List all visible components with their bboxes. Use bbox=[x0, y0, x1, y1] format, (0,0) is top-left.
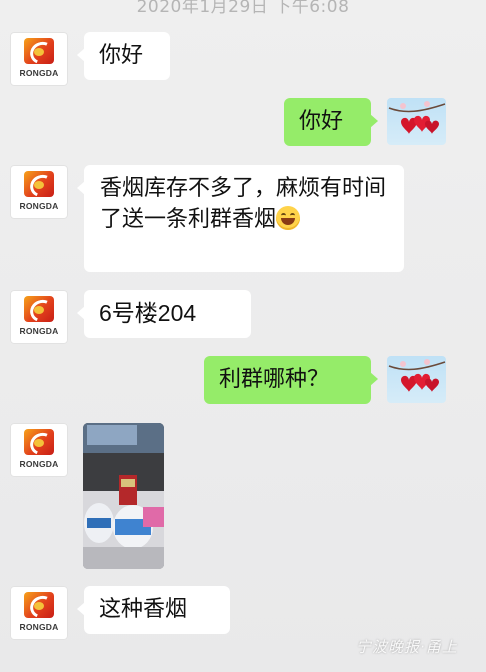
avatar-brand-text: RONGDA bbox=[19, 68, 59, 78]
rongda-logo-icon bbox=[24, 296, 54, 322]
my-message-bubble[interactable]: 你好 bbox=[284, 98, 378, 146]
cigarette-photo-icon bbox=[83, 423, 164, 569]
avatar-brand-text: RONGDA bbox=[19, 622, 59, 632]
contact-avatar[interactable]: RONGDA bbox=[10, 586, 68, 640]
hearts-avatar-icon bbox=[388, 101, 446, 134]
rongda-logo-icon bbox=[24, 592, 54, 618]
message-text: 你好 bbox=[299, 109, 344, 134]
watermark: 宁波晚报·甬上 bbox=[356, 638, 458, 656]
image-message[interactable] bbox=[83, 423, 164, 569]
rongda-logo-icon bbox=[24, 38, 54, 64]
message-bubble[interactable]: 香烟库存不多了，麻烦有时间了送一条利群香烟 bbox=[77, 165, 404, 272]
message-bubble[interactable]: 你好 bbox=[77, 32, 170, 80]
contact-avatar[interactable]: RONGDA bbox=[10, 423, 68, 477]
avatar-brand-text: RONGDA bbox=[19, 326, 59, 336]
message-text-wrap: 香烟库存不多了，麻烦有时间了送一条利群香烟 bbox=[100, 173, 392, 235]
contact-avatar[interactable]: RONGDA bbox=[10, 290, 68, 344]
my-avatar[interactable] bbox=[387, 98, 446, 145]
message-text: 6号楼204 bbox=[99, 300, 197, 326]
chat-area[interactable]: 2020年1月29日 下午6:08 RONGDA 你好 你好 RONGDA 香烟… bbox=[0, 0, 486, 672]
message-text: 利群哪种？ bbox=[219, 367, 330, 392]
avatar-brand-text: RONGDA bbox=[19, 459, 59, 469]
contact-avatar[interactable]: RONGDA bbox=[10, 32, 68, 86]
my-avatar[interactable] bbox=[387, 356, 446, 403]
rongda-logo-icon bbox=[24, 429, 54, 455]
grin-emoji-icon bbox=[276, 206, 301, 230]
avatar-brand-text: RONGDA bbox=[19, 201, 59, 211]
rongda-logo-icon bbox=[24, 171, 54, 197]
contact-avatar[interactable]: RONGDA bbox=[10, 165, 68, 219]
hearts-avatar-icon bbox=[388, 359, 446, 392]
timestamp: 2020年1月29日 下午6:08 bbox=[136, 0, 350, 17]
message-text: 你好 bbox=[99, 43, 144, 68]
my-message-bubble[interactable]: 利群哪种？ bbox=[204, 356, 378, 404]
message-text: 香烟库存不多了，麻烦有时间了送一条利群香烟 bbox=[100, 176, 387, 232]
message-bubble[interactable]: 这种香烟 bbox=[77, 586, 230, 634]
message-text: 这种香烟 bbox=[99, 597, 188, 622]
message-bubble[interactable]: 6号楼204 bbox=[77, 290, 251, 338]
